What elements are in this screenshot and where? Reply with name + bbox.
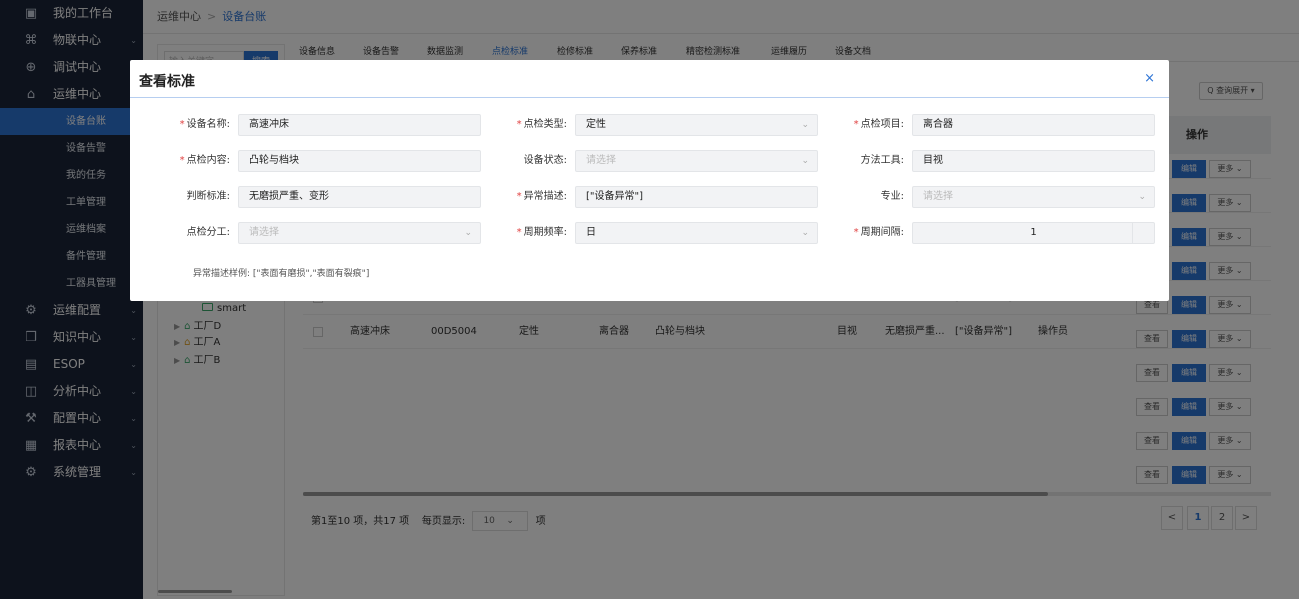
field-label-text: 专业: [880,191,904,202]
field-label-text: 设备状态: [523,155,567,166]
field-label-text: 点检项目: [860,119,904,130]
chevron-down-icon: ⌄ [1138,192,1146,202]
field-input[interactable]: 请选择 ⌄ [238,222,481,244]
field-input[interactable]: 无磨损严重、变形 [238,186,481,208]
field-label-text: 判断标准: [186,191,230,202]
field-label-text: 设备名称: [186,119,230,130]
field-input[interactable]: ["设备异常"] [575,186,818,208]
field-value: 请选择 [586,155,616,166]
field-value: 凸轮与档块 [249,155,299,166]
field-label-text: 周期频率: [523,227,567,238]
field-label: * 周期间隔: [804,222,904,244]
field-label-text: 点检分工: [186,227,230,238]
field-value: 高速冲床 [249,119,289,130]
field-label: 方法工具: [804,150,904,172]
required-mark: * [179,119,185,130]
required-mark: * [179,155,185,166]
field-label: 设备状态: [467,150,567,172]
field-label: 专业: [804,186,904,208]
field-value: 请选择 [923,191,953,202]
field-value: ["设备异常"] [586,191,644,202]
field-label: * 异常描述: [467,186,567,208]
stepper-control[interactable] [1132,223,1154,243]
field-input[interactable]: 定性 ⌄ [575,114,818,136]
field-value: 无磨损严重、变形 [249,191,329,202]
field-input[interactable]: 凸轮与档块 [238,150,481,172]
field-value: 目视 [923,155,943,166]
field-input[interactable]: 1 [912,222,1155,244]
dialog-divider [130,97,1169,98]
required-mark: * [516,119,522,130]
field-value: 定性 [586,119,606,130]
view-standard-dialog: 查看标准 × * 设备名称: 高速冲床 * 点检类型: 定性 ⌄ * 点检项目: 离合器 * 点检内容… [130,60,1169,301]
required-mark: * [516,191,522,202]
field-label-text: 周期间隔: [860,227,904,238]
field-label: * 点检类型: [467,114,567,136]
field-input[interactable]: 请选择 ⌄ [575,150,818,172]
field-input[interactable]: 高速冲床 [238,114,481,136]
field-input[interactable]: 日 ⌄ [575,222,818,244]
field-label: * 点检内容: [130,150,230,172]
required-mark: * [853,227,859,238]
field-input[interactable]: 请选择 ⌄ [912,186,1155,208]
field-label-text: 方法工具: [860,155,904,166]
field-input[interactable]: 目视 [912,150,1155,172]
sample-text: 异常描述样例: ["表面有磨损","表面有裂痕"] [193,269,370,279]
field-label: 判断标准: [130,186,230,208]
field-label: * 点检项目: [804,114,904,136]
required-mark: * [516,227,522,238]
field-value: 请选择 [249,227,279,238]
field-label-text: 点检内容: [186,155,230,166]
field-label: * 周期频率: [467,222,567,244]
field-label-text: 点检类型: [523,119,567,130]
dialog-title: 查看标准 [139,74,195,90]
field-value: 日 [586,227,596,238]
field-label: * 设备名称: [130,114,230,136]
field-label-text: 异常描述: [523,191,567,202]
field-value: 离合器 [923,119,953,130]
close-icon[interactable]: × [1144,71,1155,86]
field-label: 点检分工: [130,222,230,244]
field-value: 1 [1030,227,1037,238]
required-mark: * [853,119,859,130]
field-input[interactable]: 离合器 [912,114,1155,136]
